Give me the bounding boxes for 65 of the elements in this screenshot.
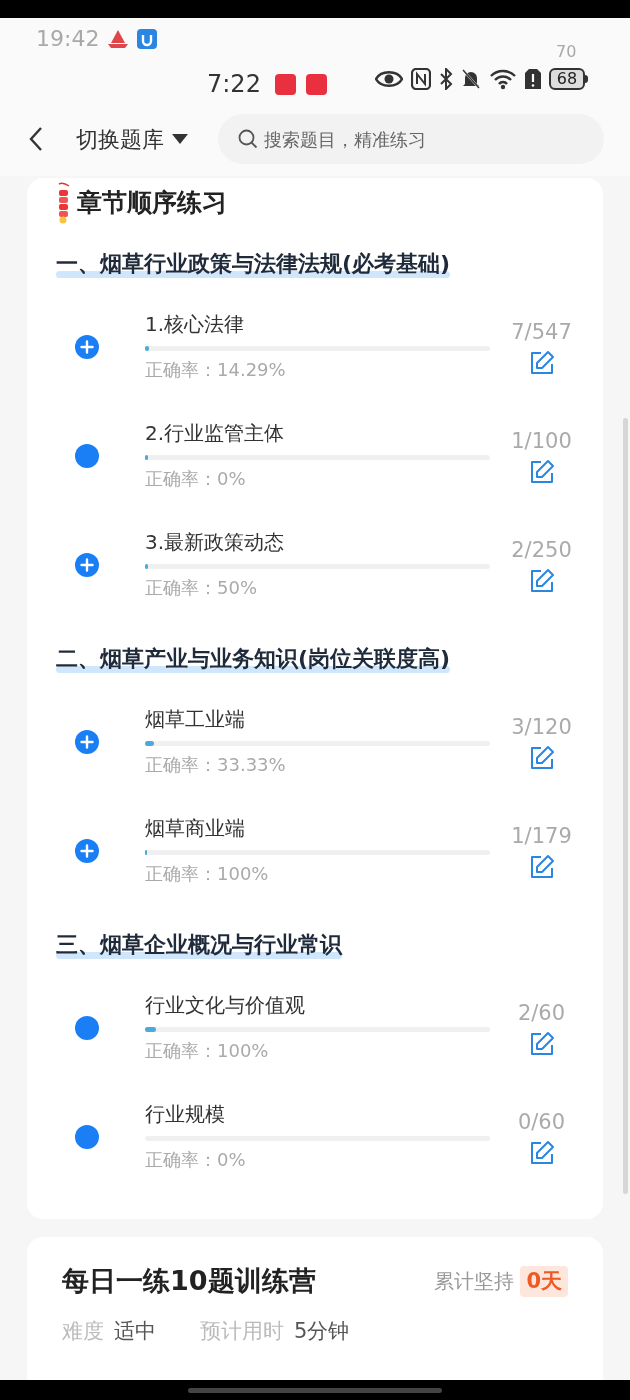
question-count: 2/60: [517, 999, 566, 1027]
edit-icon[interactable]: [528, 350, 555, 377]
question-count: 1/179: [511, 822, 572, 850]
app-icon: [305, 73, 327, 95]
accuracy-text: 正确率：100%: [145, 1039, 270, 1063]
edit-icon[interactable]: [528, 854, 555, 881]
battery-level: 70: [556, 41, 577, 63]
accuracy-text: 正确率：0%: [145, 467, 247, 491]
question-count: 1/100: [511, 427, 572, 455]
sim-alert-icon: [525, 68, 541, 90]
plus-circle-icon[interactable]: [74, 838, 99, 863]
wifi-icon: [489, 68, 517, 90]
time-label: 预计用时: [200, 1317, 284, 1345]
chapter-name[interactable]: 烟草工业端: [145, 705, 490, 733]
chapter-name[interactable]: 1.核心法律: [145, 310, 490, 338]
chapter-name[interactable]: 3.最新政策动态: [145, 528, 490, 556]
edit-icon[interactable]: [528, 459, 555, 486]
question-count: 2/250: [511, 536, 572, 564]
difficulty-label: 难度: [62, 1317, 104, 1345]
dot-icon: [74, 1124, 99, 1149]
caret-icon: [172, 134, 188, 144]
edit-icon[interactable]: [528, 1140, 555, 1167]
app-icon: [137, 28, 158, 49]
plus-circle-icon[interactable]: [74, 729, 99, 754]
back-icon[interactable]: [28, 126, 44, 152]
edit-icon[interactable]: [528, 1031, 555, 1058]
chapter-name[interactable]: 2.行业监管主体: [145, 419, 490, 447]
accuracy-text: 正确率：50%: [145, 576, 258, 600]
accuracy-text: 正确率：14.29%: [145, 358, 287, 382]
dot-icon: [74, 1015, 99, 1040]
search-icon: [238, 129, 258, 149]
section-heading: 一、烟草行业政策与法律法规(必考基础): [56, 249, 451, 280]
bank-switch-dropdown[interactable]: 切换题库: [76, 122, 188, 156]
accuracy-text: 正确率：33.33%: [145, 753, 287, 777]
accuracy-text: 正确率：100%: [145, 862, 270, 886]
bell-off-icon: [461, 68, 481, 90]
difficulty-value: 适中: [114, 1317, 156, 1345]
bluetooth-icon: [439, 68, 453, 90]
eye-icon: [375, 69, 403, 89]
card-title: 每日一练10题训练营: [62, 1264, 316, 1298]
question-count: 7/547: [511, 318, 572, 346]
chapter-name[interactable]: 烟草商业端: [145, 814, 490, 842]
card-title: 章节顺序练习: [77, 187, 227, 220]
nfc-icon: [411, 68, 431, 90]
app-icon: [274, 73, 296, 95]
edit-icon[interactable]: [528, 745, 555, 772]
plus-circle-icon[interactable]: [74, 552, 99, 577]
chapter-name[interactable]: 行业文化与价值观: [145, 991, 490, 1019]
streak-badge: 0天: [520, 1265, 568, 1297]
plus-circle-icon[interactable]: [74, 334, 99, 359]
status-time: 7:22: [207, 69, 261, 100]
section-heading: 二、烟草产业与业务知识(岗位关联度高): [56, 644, 451, 675]
dot-icon: [74, 443, 99, 468]
battery-icon: 68: [549, 68, 588, 90]
section-heading: 三、烟草企业概况与行业常识: [56, 930, 342, 961]
accuracy-text: 正确率：0%: [145, 1148, 247, 1172]
question-count: 3/120: [511, 713, 572, 741]
search-field[interactable]: 搜索题目，精准练习: [218, 114, 604, 164]
streak-label: 累计坚持: [434, 1268, 515, 1296]
question-count: 0/60: [517, 1108, 566, 1136]
boat-icon: [107, 28, 130, 49]
chapter-name[interactable]: 行业规模: [145, 1100, 490, 1128]
edit-icon[interactable]: [528, 568, 555, 595]
status-time: 19:42: [36, 25, 100, 53]
time-value: 5分钟: [294, 1317, 350, 1345]
